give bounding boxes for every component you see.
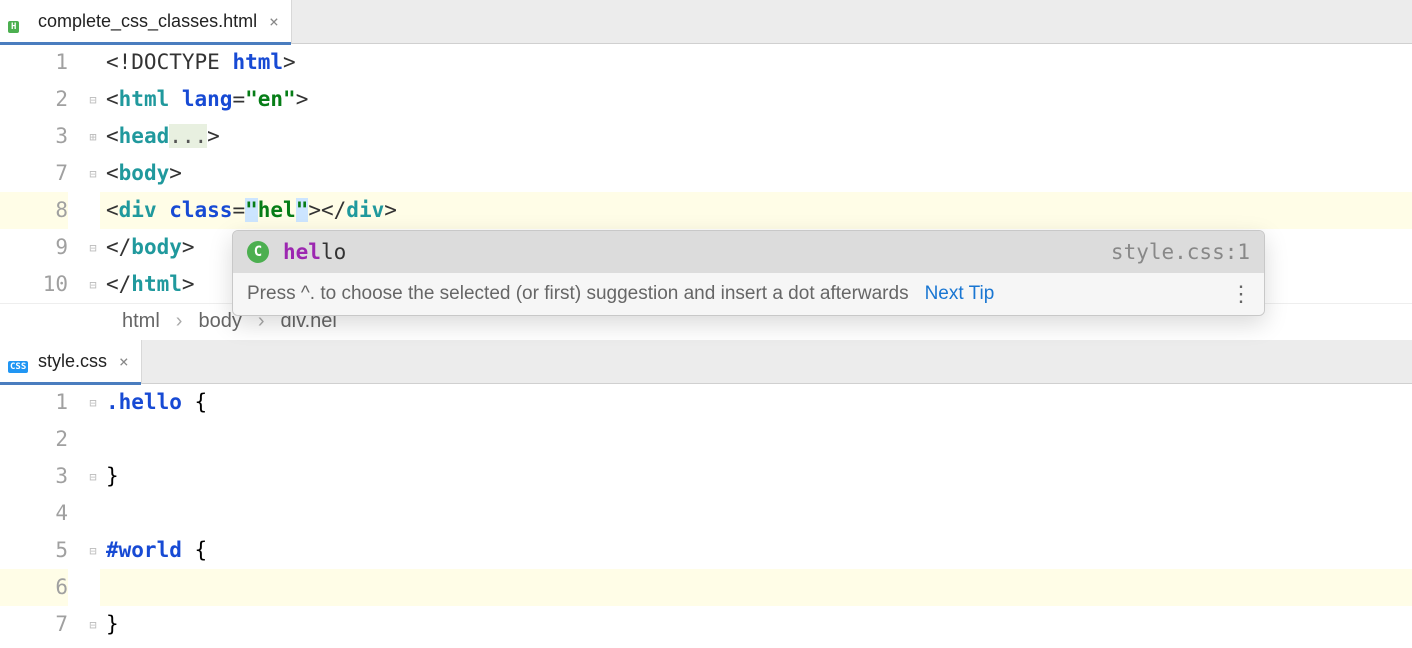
line-number: 4 (0, 495, 68, 532)
code-line: } (100, 606, 1412, 643)
line-number: 3 (0, 118, 68, 155)
fold-end-icon[interactable]: ⊟ (86, 266, 100, 303)
code-line: <html lang="en"> (100, 81, 1412, 118)
completion-item[interactable]: C hello style.css:1 (233, 231, 1264, 273)
line-number: 9 (0, 229, 68, 266)
completion-label: hello (283, 240, 346, 264)
tab-bar: H complete_css_classes.html × (0, 0, 1412, 44)
tab-label: complete_css_classes.html (38, 11, 257, 32)
code-line: <!DOCTYPE html> (100, 44, 1412, 81)
code-line (100, 495, 1412, 532)
more-icon[interactable]: ⋮ (1230, 281, 1250, 307)
fold-column: ⊟ ⊞ ⊟ ⊟ ⊟ (86, 44, 100, 303)
fold-toggle-icon[interactable]: ⊟ (86, 155, 100, 192)
fold-expand-icon[interactable]: ⊞ (86, 118, 100, 155)
line-number: 3 (0, 458, 68, 495)
code-line (100, 421, 1412, 458)
code-line: .hello { (100, 384, 1412, 421)
fold-end-icon[interactable]: ⊟ (86, 606, 100, 643)
line-number: 5 (0, 532, 68, 569)
code-line: <body> (100, 155, 1412, 192)
line-number: 7 (0, 606, 68, 643)
next-tip-link[interactable]: Next Tip (925, 283, 995, 305)
fold-toggle-icon[interactable]: ⊟ (86, 532, 100, 569)
css-editor-pane: CSS style.css × 1 2 3 4 5 6 7 ⊟ ⊟ ⊟ ⊟ .h… (0, 340, 1412, 648)
code-line (100, 569, 1412, 606)
completion-footer: Press ^. to choose the selected (or firs… (233, 273, 1264, 315)
completion-popup: C hello style.css:1 Press ^. to choose t… (232, 230, 1265, 316)
fold-end-icon[interactable]: ⊟ (86, 458, 100, 495)
line-gutter: 1 2 3 7 8 9 10 (0, 44, 86, 303)
line-number: 2 (0, 81, 68, 118)
line-number: 8 (0, 192, 68, 229)
close-icon[interactable]: × (119, 352, 129, 371)
code-line: <div class="hel"></div> (100, 192, 1412, 229)
code-line: <head...> (100, 118, 1412, 155)
breadcrumb-item[interactable]: html (122, 310, 160, 333)
html-file-icon: H (8, 11, 30, 33)
close-icon[interactable]: × (269, 12, 279, 31)
html-editor-pane: H complete_css_classes.html × 1 2 3 7 8 … (0, 0, 1412, 340)
fold-toggle-icon[interactable]: ⊟ (86, 81, 100, 118)
class-icon: C (247, 241, 269, 263)
line-gutter: 1 2 3 4 5 6 7 (0, 384, 86, 643)
fold-end-icon[interactable]: ⊟ (86, 229, 100, 266)
chevron-right-icon: › (176, 310, 183, 333)
tab-bar: CSS style.css × (0, 340, 1412, 384)
line-number: 7 (0, 155, 68, 192)
completion-hint: Press ^. to choose the selected (or firs… (247, 283, 909, 305)
line-number: 6 (0, 569, 68, 606)
code-content[interactable]: .hello { } #world { } (100, 384, 1412, 643)
tab-css-file[interactable]: CSS style.css × (0, 340, 142, 384)
css-file-icon: CSS (8, 351, 30, 373)
completion-location: style.css:1 (1111, 240, 1250, 264)
line-number: 2 (0, 421, 68, 458)
tab-label: style.css (38, 351, 107, 372)
tab-html-file[interactable]: H complete_css_classes.html × (0, 0, 292, 44)
fold-toggle-icon[interactable]: ⊟ (86, 384, 100, 421)
code-line: } (100, 458, 1412, 495)
code-line: #world { (100, 532, 1412, 569)
line-number: 1 (0, 44, 68, 81)
line-number: 1 (0, 384, 68, 421)
line-number: 10 (0, 266, 68, 303)
code-area[interactable]: 1 2 3 4 5 6 7 ⊟ ⊟ ⊟ ⊟ .hello { } #world … (0, 384, 1412, 643)
fold-column: ⊟ ⊟ ⊟ ⊟ (86, 384, 100, 643)
